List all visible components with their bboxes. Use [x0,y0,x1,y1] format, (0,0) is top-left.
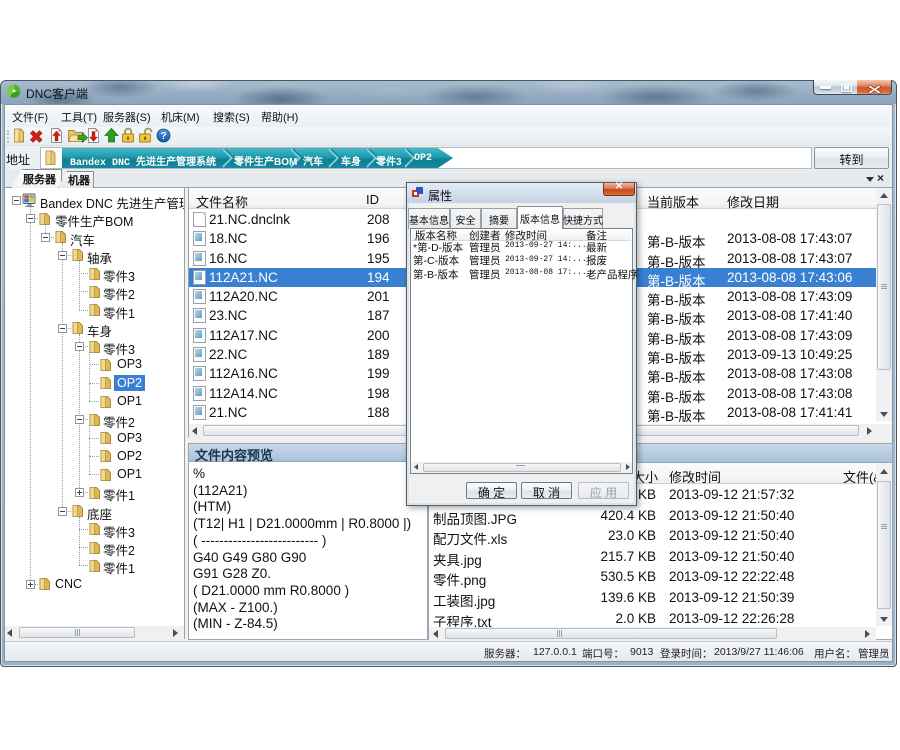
svg-text:?: ? [160,131,166,142]
